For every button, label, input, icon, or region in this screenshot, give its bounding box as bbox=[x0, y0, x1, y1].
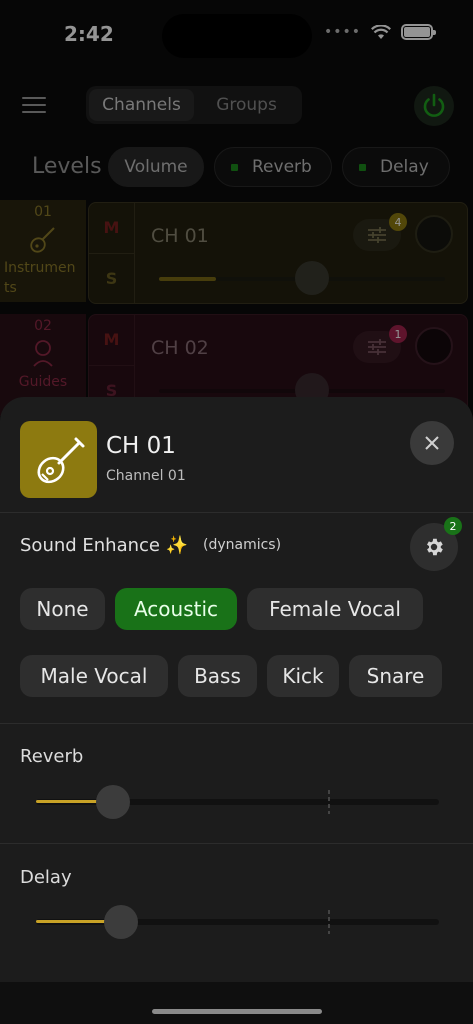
delay-indicator bbox=[359, 163, 366, 171]
group-name: Guides bbox=[18, 374, 68, 390]
channel-volume-slider[interactable] bbox=[159, 261, 445, 295]
levels-label: Levels bbox=[32, 154, 102, 179]
mute-solo: M S bbox=[89, 203, 135, 303]
status-time: 2:42 bbox=[64, 22, 114, 46]
preset-acoustic[interactable]: Acoustic bbox=[115, 588, 237, 630]
reverb-thumb[interactable] bbox=[95, 785, 130, 819]
delay-thumb[interactable] bbox=[103, 905, 138, 939]
sheet-subtitle: Channel 01 bbox=[106, 468, 186, 484]
pan-knob[interactable] bbox=[415, 215, 453, 253]
close-icon bbox=[425, 436, 439, 450]
tab-channels[interactable]: Channels bbox=[89, 89, 194, 121]
guitar-icon bbox=[36, 437, 84, 483]
wifi-icon bbox=[371, 24, 391, 39]
preset-snare[interactable]: Snare bbox=[349, 655, 442, 697]
dynamic-island bbox=[162, 14, 312, 58]
tab-groups[interactable]: Groups bbox=[194, 89, 299, 121]
solo-button[interactable]: S bbox=[89, 254, 134, 304]
channel-name: CH 02 bbox=[151, 337, 209, 359]
divider bbox=[0, 723, 473, 724]
reverb-slider[interactable] bbox=[36, 785, 439, 819]
pan-knob[interactable] bbox=[415, 327, 453, 365]
delay-default-marker bbox=[328, 910, 330, 934]
channel-volume-slider[interactable] bbox=[159, 373, 445, 407]
battery-icon bbox=[401, 24, 436, 40]
power-button[interactable] bbox=[414, 86, 454, 126]
mute-button[interactable]: M bbox=[89, 315, 134, 366]
power-icon bbox=[423, 93, 445, 117]
channel-name: CH 01 bbox=[151, 225, 209, 247]
reverb-label: Reverb bbox=[20, 746, 84, 767]
gear-icon bbox=[427, 538, 443, 556]
sliders-icon bbox=[368, 227, 386, 243]
eq-badge: 1 bbox=[389, 325, 407, 343]
bottom-safe-area bbox=[0, 982, 473, 1024]
status-icons: •••• bbox=[323, 24, 436, 40]
group-instruments[interactable]: 01 Instrumen ts bbox=[0, 200, 86, 302]
divider bbox=[0, 843, 473, 844]
preset-bass[interactable]: Bass bbox=[178, 655, 257, 697]
reverb-indicator bbox=[231, 163, 238, 171]
channel-icon-tile bbox=[20, 421, 97, 498]
preset-none[interactable]: None bbox=[20, 588, 105, 630]
sound-enhance-sublabel: (dynamics) bbox=[203, 537, 282, 553]
home-indicator[interactable] bbox=[152, 1009, 322, 1014]
reverb-default-marker bbox=[328, 790, 330, 814]
mute-button[interactable]: M bbox=[89, 203, 134, 254]
delay-slider[interactable] bbox=[36, 905, 439, 939]
slider-thumb[interactable] bbox=[295, 261, 329, 295]
view-segmented-control: Channels Groups bbox=[86, 86, 302, 124]
signal-icon: •••• bbox=[323, 24, 361, 40]
channel-card-01[interactable]: M S CH 01 4 bbox=[88, 202, 468, 304]
preset-male-vocal[interactable]: Male Vocal bbox=[20, 655, 168, 697]
divider bbox=[0, 512, 473, 513]
sliders-icon bbox=[368, 339, 386, 355]
group-number: 01 bbox=[34, 204, 52, 220]
level-option-reverb[interactable]: Reverb bbox=[214, 147, 332, 187]
preset-kick[interactable]: Kick bbox=[267, 655, 339, 697]
group-number: 02 bbox=[34, 318, 52, 334]
level-option-delay[interactable]: Delay bbox=[342, 147, 450, 187]
close-button[interactable] bbox=[410, 421, 454, 465]
preset-female-vocal[interactable]: Female Vocal bbox=[247, 588, 423, 630]
group-name: Instrumen ts bbox=[4, 260, 76, 296]
level-option-volume[interactable]: Volume bbox=[108, 147, 204, 187]
guide-person-icon bbox=[33, 340, 53, 367]
menu-icon[interactable] bbox=[22, 97, 46, 113]
delay-label: Delay bbox=[20, 867, 72, 888]
guitar-icon bbox=[30, 227, 55, 253]
sheet-title: CH 01 bbox=[106, 433, 176, 459]
eq-badge: 4 bbox=[389, 213, 407, 231]
sound-enhance-label: Sound Enhance ✨ bbox=[20, 535, 189, 556]
settings-badge: 2 bbox=[444, 517, 462, 535]
